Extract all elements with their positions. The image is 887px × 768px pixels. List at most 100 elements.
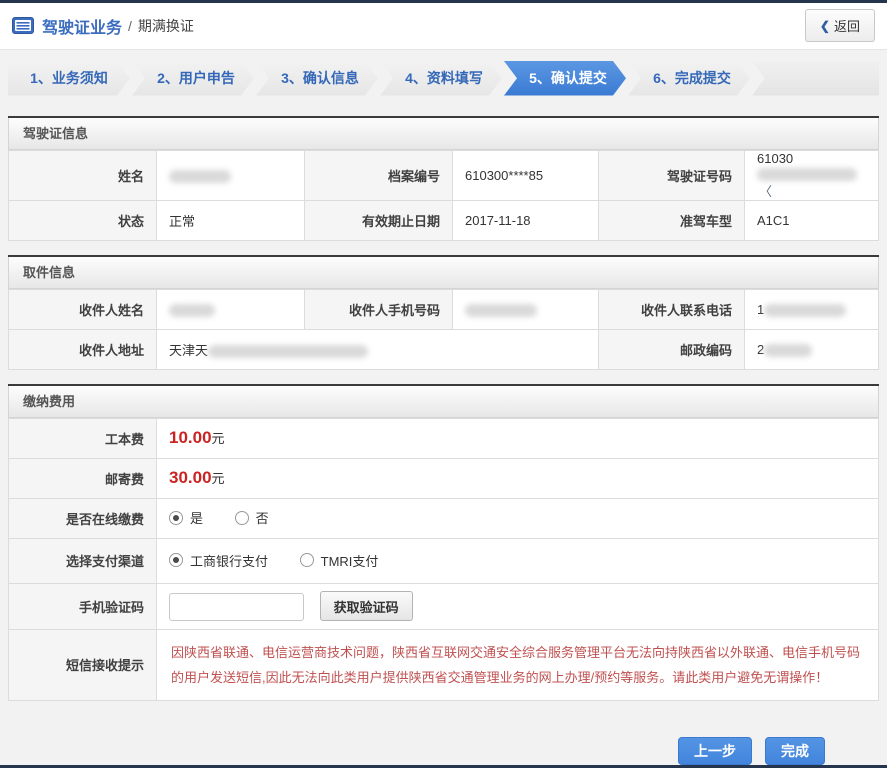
recipient-address-prefix: 天津天 (169, 342, 209, 358)
vehicle-class-value: A1C1 (744, 199, 879, 241)
recipient-mobile-value (452, 288, 599, 330)
wizard-step-2-label: 2、用户申告 (157, 70, 235, 87)
recipient-mobile-label: 收件人手机号码 (304, 288, 453, 330)
previous-step-button[interactable]: 上一步 (678, 737, 752, 766)
pickup-info-table: 收件人姓名 收件人手机号码 收件人联系电话 1 收件人地址 天津天 邮政编码 2 (8, 288, 879, 370)
radio-icbc-label: 工商银行支付 (190, 553, 269, 569)
sms-code-label: 手机验证码 (8, 582, 157, 630)
table-row: 状态 正常 有效期止日期 2017-11-18 准驾车型 A1C1 (8, 199, 879, 241)
back-arrow-icon: ❮ (819, 18, 830, 33)
sms-notice-cell: 因陕西省联通、电信运营商技术问题，陕西省互联网交通安全综合服务管理平台无法向持陕… (156, 628, 879, 702)
postal-code-value: 2 (744, 328, 879, 370)
license-info-panel: 驾驶证信息 姓名 档案编号 610300****85 驾驶证号码 61030 〈 … (8, 115, 879, 241)
wizard-step-5-active: 5、确认提交 (504, 61, 626, 96)
radio-option-icbc[interactable]: 工商银行支付 (169, 551, 268, 570)
online-pay-label: 是否在线缴费 (8, 497, 157, 539)
payment-panel-title: 缴纳费用 (8, 385, 879, 418)
postage-fee-amount: 30.00 (169, 468, 212, 488)
postal-code-prefix: 2 (757, 341, 765, 357)
license-panel-title: 驾驶证信息 (8, 117, 879, 150)
license-no-prefix: 61030 (757, 150, 794, 166)
wizard-step-6-label: 6、完成提交 (653, 70, 731, 87)
table-row: 收件人地址 天津天 邮政编码 2 (8, 328, 879, 370)
recipient-address-label: 收件人地址 (8, 328, 157, 370)
recipient-name-value (156, 288, 305, 330)
postage-fee-unit: 元 (211, 471, 225, 487)
name-label: 姓名 (8, 149, 157, 201)
list-icon (12, 17, 34, 35)
radio-button-checked-icon[interactable] (169, 553, 183, 568)
finish-button[interactable]: 完成 (765, 737, 825, 766)
radio-option-yes[interactable]: 是 (169, 508, 203, 527)
license-no-label: 驾驶证号码 (598, 149, 745, 201)
redacted-name (169, 169, 231, 183)
recipient-phone-prefix: 1 (757, 301, 765, 317)
channel-label: 选择支付渠道 (8, 537, 157, 584)
postage-fee-value: 30.00元 (156, 457, 879, 499)
postage-fee-label: 邮寄费 (8, 457, 157, 499)
recipient-name-label: 收件人姓名 (8, 288, 157, 330)
payment-panel: 缴纳费用 工本费 10.00元 邮寄费 30.00元 是否在线缴费 是 否 选择… (8, 383, 879, 702)
license-no-value: 61030 〈 (744, 149, 879, 201)
radio-no-label: 否 (255, 511, 269, 527)
step-wizard: 1、业务须知 2、用户申告 3、确认信息 4、资料填写 5、确认提交 6、完成提… (8, 61, 879, 96)
breadcrumb-separator: / (128, 17, 132, 34)
sms-code-cell: 获取验证码 (156, 582, 879, 630)
vehicle-class-label: 准驾车型 (598, 199, 745, 241)
wizard-filler (752, 61, 879, 96)
redacted-recipient-phone (764, 303, 847, 317)
file-no-label: 档案编号 (304, 149, 453, 201)
status-label: 状态 (8, 199, 157, 241)
radio-yes-label: 是 (190, 511, 204, 527)
wizard-step-3: 3、确认信息 (256, 61, 378, 96)
wizard-step-4-label: 4、资料填写 (405, 70, 483, 87)
recipient-address-value: 天津天 (156, 328, 599, 370)
license-no-suffix: 〈 (759, 183, 773, 199)
expiry-label: 有效期止日期 (304, 199, 453, 241)
table-row: 工本费 10.00元 (8, 417, 879, 459)
wizard-step-5-label: 5、确认提交 (529, 70, 607, 87)
breadcrumb-section[interactable]: 驾驶证业务 (42, 14, 122, 38)
radio-option-no[interactable]: 否 (234, 508, 269, 527)
production-fee-amount: 10.00 (169, 428, 212, 448)
wizard-step-2: 2、用户申告 (132, 61, 254, 96)
redacted-recipient-address (208, 344, 369, 358)
file-no-value: 610300****85 (452, 149, 599, 201)
redacted-recipient-name (169, 303, 215, 317)
table-row: 姓名 档案编号 610300****85 驾驶证号码 61030 〈 (8, 149, 879, 201)
redacted-postal-code (764, 343, 813, 357)
name-value (156, 149, 305, 201)
wizard-step-1: 1、业务须知 (8, 61, 130, 96)
sms-code-input[interactable] (169, 593, 304, 622)
table-row: 是否在线缴费 是 否 (8, 497, 879, 539)
radio-option-tmri[interactable]: TMRI支付 (299, 551, 379, 570)
production-fee-label: 工本费 (8, 417, 157, 459)
postal-code-label: 邮政编码 (598, 328, 745, 370)
channel-options: 工商银行支付 TMRI支付 (156, 537, 879, 584)
license-info-table: 姓名 档案编号 610300****85 驾驶证号码 61030 〈 状态 正常 … (8, 149, 879, 241)
radio-button-icon[interactable] (299, 553, 314, 568)
breadcrumb-current: 期满换证 (137, 17, 194, 34)
radio-tmri-label: TMRI支付 (320, 553, 379, 569)
recipient-phone-value: 1 (744, 288, 879, 330)
table-row: 收件人姓名 收件人手机号码 收件人联系电话 1 (8, 288, 879, 330)
page: 驾驶证业务 / 期满换证 ❮ 返回 1、业务须知 2、用户申告 3、确认信息 4… (0, 0, 887, 768)
production-fee-unit: 元 (211, 431, 225, 447)
table-row: 邮寄费 30.00元 (8, 457, 879, 499)
pickup-info-panel: 取件信息 收件人姓名 收件人手机号码 收件人联系电话 1 收件人地址 天津天 邮… (8, 254, 879, 370)
table-row: 手机验证码 获取验证码 (8, 582, 879, 630)
redacted-license-no (757, 167, 857, 181)
wizard-step-3-label: 3、确认信息 (281, 70, 359, 87)
payment-table: 工本费 10.00元 邮寄费 30.00元 是否在线缴费 是 否 选择支付渠道 … (8, 417, 879, 702)
page-header: 驾驶证业务 / 期满换证 ❮ 返回 (0, 2, 887, 51)
wizard-step-1-label: 1、业务须知 (30, 70, 108, 87)
recipient-phone-label: 收件人联系电话 (598, 288, 745, 330)
back-button[interactable]: ❮ 返回 (804, 9, 875, 43)
sms-notice-label: 短信接收提示 (8, 628, 157, 702)
status-value: 正常 (156, 199, 305, 241)
table-row: 短信接收提示 因陕西省联通、电信运营商技术问题，陕西省互联网交通安全综合服务管理… (8, 628, 879, 702)
radio-button-checked-icon[interactable] (169, 510, 183, 525)
radio-button-icon[interactable] (234, 510, 249, 525)
get-code-button[interactable]: 获取验证码 (319, 591, 413, 622)
production-fee-value: 10.00元 (156, 417, 879, 459)
